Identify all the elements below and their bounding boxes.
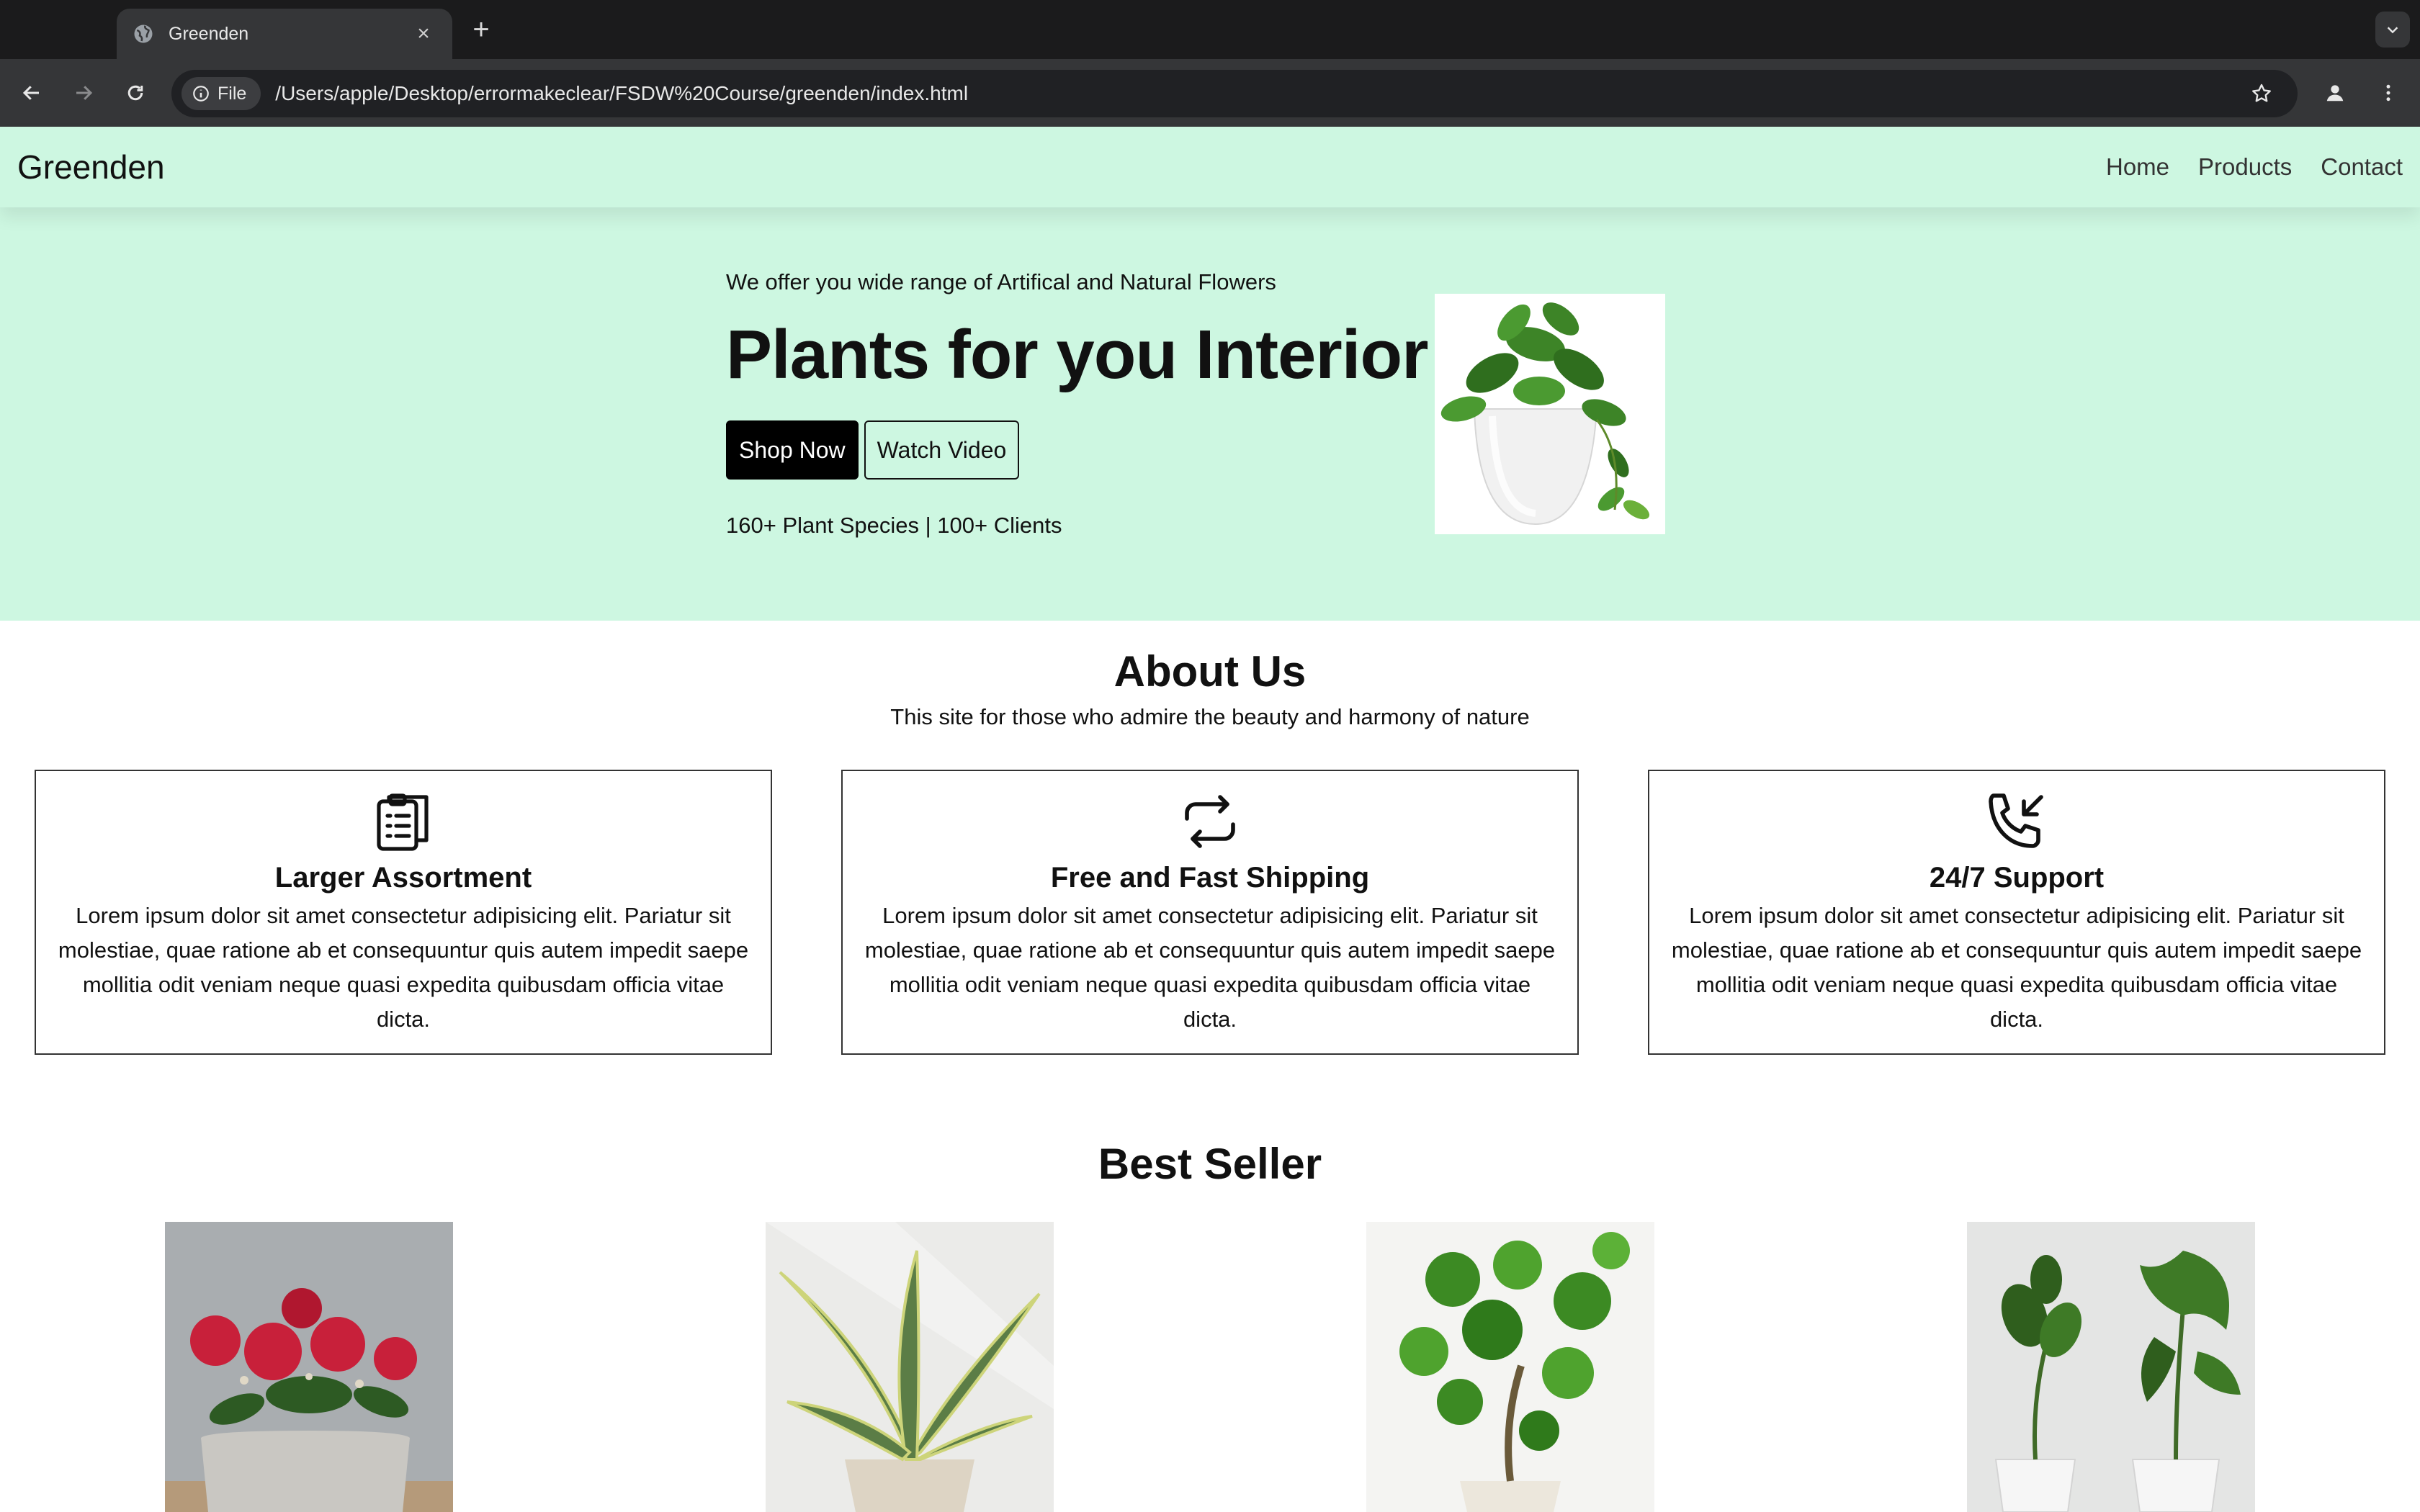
- hero-tagline: We offer you wide range of Artifical and…: [726, 269, 1276, 294]
- watch-video-button[interactable]: Watch Video: [864, 420, 1020, 480]
- chevron-down-icon: [2387, 27, 2398, 34]
- back-button[interactable]: [14, 76, 49, 110]
- info-icon: [193, 86, 209, 102]
- nav-link-products[interactable]: Products: [2198, 153, 2292, 181]
- reload-button[interactable]: [118, 76, 153, 110]
- file-label: File: [218, 83, 247, 104]
- address-bar[interactable]: File /Users/apple/Desktop/errormakeclear…: [171, 70, 2298, 117]
- refresh-icon: [1175, 787, 1245, 856]
- hero-section: We offer you wide range of Artifical and…: [0, 207, 2420, 621]
- nav-link-home[interactable]: Home: [2106, 153, 2169, 181]
- product-image-pilea[interactable]: [1366, 1222, 1654, 1512]
- card-text: Lorem ipsum dolor sit amet consectetur a…: [58, 903, 749, 1032]
- hero-stats: 160+ Plant Species | 100+ Clients: [726, 513, 1062, 538]
- arrow-left-icon: [22, 86, 39, 100]
- feature-card-assortment: Larger Assortment Lorem ipsum dolor sit …: [35, 770, 772, 1055]
- hero-title: Plants for you Interior: [726, 316, 1428, 393]
- about-subtitle: This site for those who admire the beaut…: [890, 704, 1530, 729]
- browser-toolbar: File /Users/apple/Desktop/errormakeclear…: [0, 59, 2420, 127]
- card-title: Free and Fast Shipping: [1050, 862, 1370, 894]
- site-info-chip[interactable]: File: [182, 77, 261, 110]
- tab-search-button[interactable]: [2375, 12, 2410, 48]
- bookmark-star-icon[interactable]: [2244, 76, 2279, 111]
- site-logo[interactable]: Greenden: [17, 148, 165, 186]
- globe-icon: [133, 23, 154, 45]
- best-seller-title: Best Seller: [1098, 1140, 1322, 1188]
- feature-card-shipping: Free and Fast Shipping Lorem ipsum dolor…: [841, 770, 1579, 1055]
- more-vertical-icon: [2386, 84, 2390, 102]
- forward-button[interactable]: [66, 76, 101, 110]
- card-text: Lorem ipsum dolor sit amet consectetur a…: [864, 903, 1556, 1032]
- product-image-philodendron[interactable]: [1967, 1222, 2255, 1512]
- person-icon: [2326, 85, 2344, 102]
- card-title: Larger Assortment: [274, 862, 532, 894]
- browser-tab-strip: Greenden × +: [0, 0, 2420, 59]
- card-title: 24/7 Support: [1929, 862, 2105, 894]
- phone-incoming-icon: [1982, 787, 2051, 856]
- shop-now-button[interactable]: Shop Now: [726, 420, 859, 480]
- about-title: About Us: [1113, 647, 1307, 696]
- arrow-right-icon: [76, 86, 93, 100]
- card-text: Lorem ipsum dolor sit amet consectetur a…: [1671, 903, 2362, 1032]
- profile-button[interactable]: [2318, 76, 2352, 110]
- browser-menu-button[interactable]: [2371, 76, 2406, 110]
- clipboard-list-icon: [369, 787, 438, 856]
- product-image-snake-plant[interactable]: [766, 1222, 1054, 1512]
- hero-plant-image: [1435, 294, 1665, 534]
- browser-tab[interactable]: Greenden ×: [117, 9, 452, 59]
- new-tab-button[interactable]: +: [467, 12, 496, 48]
- feature-card-support: 24/7 Support Lorem ipsum dolor sit amet …: [1648, 770, 2385, 1055]
- url-text[interactable]: /Users/apple/Desktop/errormakeclear/FSDW…: [275, 82, 2244, 105]
- nav-links: Home Products Contact: [2106, 153, 2403, 181]
- product-image-red-flowers[interactable]: [165, 1222, 453, 1512]
- nav-link-contact[interactable]: Contact: [2321, 153, 2403, 181]
- site-navbar: Greenden Home Products Contact: [0, 127, 2420, 207]
- reload-icon: [127, 85, 143, 101]
- tab-close-icon[interactable]: ×: [411, 21, 436, 47]
- hero-buttons: Shop Now Watch Video: [726, 420, 1020, 480]
- tab-title: Greenden: [169, 23, 249, 44]
